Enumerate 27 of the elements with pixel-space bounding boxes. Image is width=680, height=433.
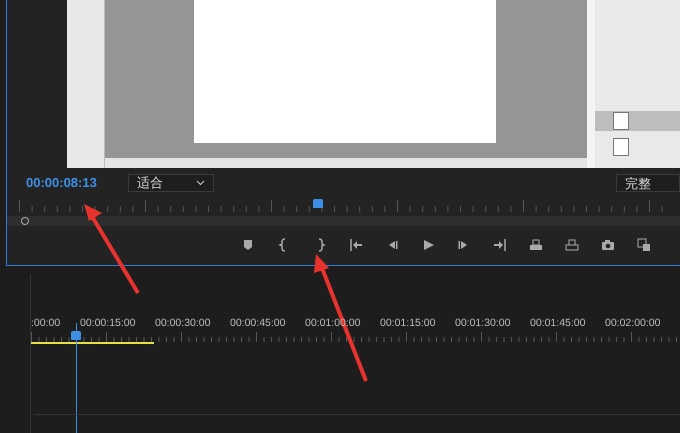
playhead-handle[interactable] xyxy=(313,199,323,208)
time-label: 00:00:15:00 xyxy=(80,317,136,329)
chevron-icon xyxy=(196,180,205,186)
time-label: 00:01:45:00 xyxy=(530,317,586,329)
timecode[interactable]: 00:00:08:13 xyxy=(26,175,128,190)
layer-row[interactable] xyxy=(595,111,680,131)
layer-thumbnail xyxy=(613,112,629,130)
marker-icon xyxy=(241,238,255,252)
quality-dropdown[interactable]: 完整 xyxy=(616,174,680,192)
time-label: :00:00 xyxy=(31,317,62,329)
insert-icon xyxy=(529,238,543,252)
playhead-handle[interactable] xyxy=(71,331,82,340)
layer-thumbnail xyxy=(613,138,629,156)
play-icon xyxy=(421,238,435,252)
scroll-handle[interactable] xyxy=(21,217,29,226)
go-to-out-icon xyxy=(493,238,507,252)
camera-icon xyxy=(601,238,615,252)
overwrite-icon xyxy=(565,238,579,252)
time-label: 00:00:45:00 xyxy=(230,317,286,329)
zoom-dropdown[interactable]: 适合 xyxy=(128,174,214,192)
time-label: 00:01:15:00 xyxy=(380,317,436,329)
time-label: 00:00:30:00 xyxy=(155,317,212,329)
time-label: 00:02:00:00 xyxy=(605,317,662,329)
compare-view-icon xyxy=(637,238,651,252)
zoom-scrollbar[interactable] xyxy=(7,216,680,226)
time-label: 00:01:30:00 xyxy=(455,317,512,329)
go-to-in-icon xyxy=(349,238,363,252)
